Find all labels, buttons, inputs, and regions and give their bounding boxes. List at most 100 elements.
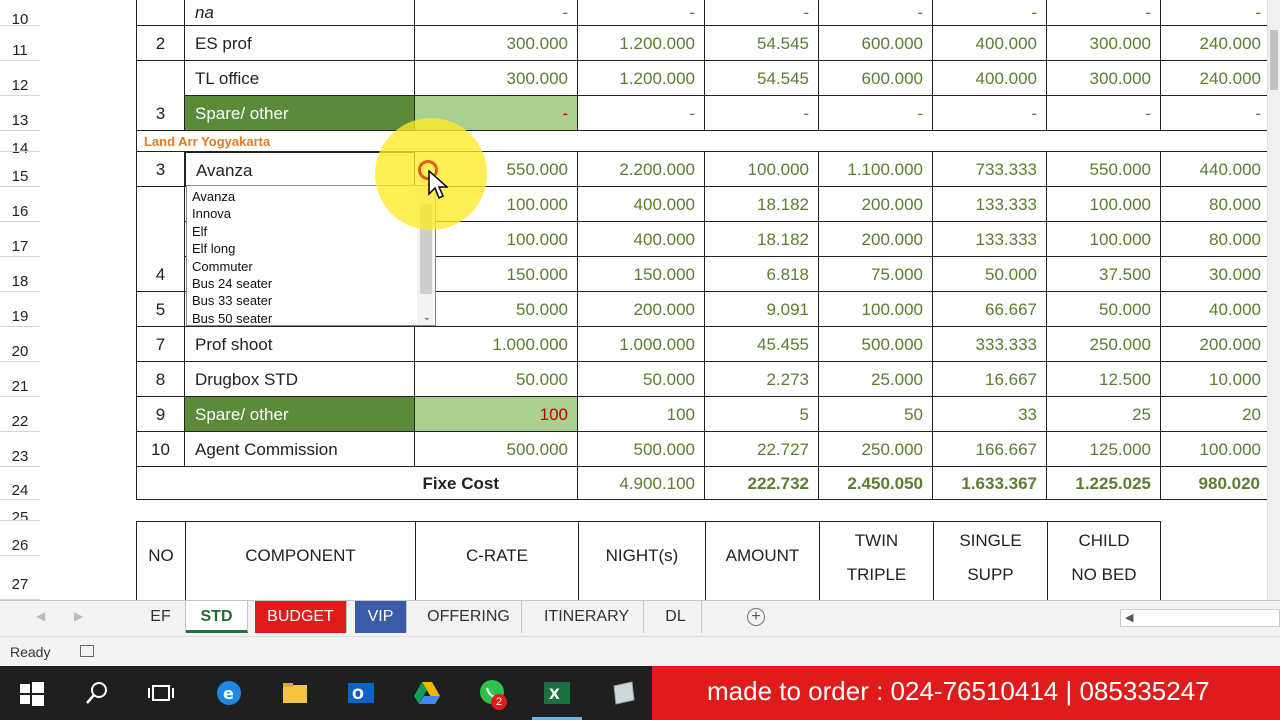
- value-cell[interactable]: 400.000: [933, 61, 1047, 96]
- macro-record-icon[interactable]: [80, 645, 94, 657]
- value-cell[interactable]: 2.200.000: [578, 152, 705, 187]
- value-cell[interactable]: 133.333: [933, 222, 1047, 257]
- header-single-line1[interactable]: SINGLE: [933, 521, 1047, 556]
- value-cell[interactable]: 50.000: [415, 362, 578, 397]
- horizontal-scrollbar[interactable]: ◀: [1120, 609, 1280, 627]
- row-number-cell[interactable]: 9: [136, 397, 185, 432]
- component-cell[interactable]: Agent Commission: [185, 432, 415, 467]
- tab-scroll-right-icon[interactable]: ▶: [74, 609, 83, 623]
- value-cell[interactable]: 12.500: [1047, 362, 1161, 397]
- row-number-cell[interactable]: 10: [136, 432, 185, 467]
- value-cell[interactable]: 100.000: [1047, 187, 1161, 222]
- value-cell[interactable]: 50.000: [933, 257, 1047, 292]
- component-cell[interactable]: ES prof: [185, 26, 415, 61]
- value-cell[interactable]: 440.000: [1161, 152, 1270, 187]
- header-child-line2[interactable]: NO BED: [1047, 556, 1161, 600]
- value-cell[interactable]: 37.500: [1047, 257, 1161, 292]
- value-cell[interactable]: 550.000: [1047, 152, 1161, 187]
- value-cell[interactable]: 50.000: [578, 362, 705, 397]
- dropdown-option[interactable]: Avanza: [192, 188, 235, 205]
- value-cell[interactable]: 50.000: [415, 292, 578, 327]
- header-crate[interactable]: C-RATE: [415, 521, 578, 600]
- chevron-down-icon[interactable]: ⌄: [423, 312, 431, 323]
- row-header[interactable]: 24: [0, 467, 40, 500]
- value-cell[interactable]: 100: [415, 397, 578, 432]
- value-cell[interactable]: -: [1047, 0, 1161, 26]
- fixed-cost-value[interactable]: 980.020: [1161, 467, 1270, 500]
- value-cell[interactable]: 16.667: [933, 362, 1047, 397]
- row-number-cell[interactable]: [136, 61, 185, 96]
- value-cell[interactable]: 250.000: [819, 432, 933, 467]
- value-cell[interactable]: 1.100.000: [819, 152, 933, 187]
- value-cell[interactable]: -: [705, 96, 819, 131]
- header-single-line2[interactable]: SUPP: [933, 556, 1047, 600]
- row-header[interactable]: 27: [0, 556, 40, 600]
- value-cell[interactable]: 400.000: [578, 187, 705, 222]
- dropdown-option[interactable]: Commuter: [192, 258, 253, 275]
- row-number-cell[interactable]: [136, 187, 185, 222]
- value-cell[interactable]: 200.000: [1161, 327, 1270, 362]
- header-twin-line2[interactable]: TRIPLE: [819, 556, 933, 600]
- value-cell[interactable]: 5: [705, 397, 819, 432]
- value-cell[interactable]: 600.000: [819, 26, 933, 61]
- scroll-left-icon[interactable]: ◀: [1125, 611, 1133, 624]
- value-cell[interactable]: -: [1161, 0, 1270, 26]
- sheet-tab-vip[interactable]: VIP: [355, 601, 407, 633]
- component-cell[interactable]: na: [185, 0, 415, 26]
- row-header[interactable]: 25: [0, 500, 40, 526]
- value-cell[interactable]: 30.000: [1161, 257, 1270, 292]
- value-cell[interactable]: 100.000: [1161, 432, 1270, 467]
- row-number-cell[interactable]: 5: [136, 292, 185, 327]
- dropdown-option[interactable]: Elf: [192, 223, 207, 240]
- row-header[interactable]: 20: [0, 327, 40, 362]
- value-cell[interactable]: 300.000: [415, 26, 578, 61]
- sheet-tab-ef[interactable]: EF: [136, 601, 186, 633]
- value-cell[interactable]: 50: [819, 397, 933, 432]
- header-twin-line1[interactable]: TWIN: [819, 521, 933, 556]
- value-cell[interactable]: 333.333: [933, 327, 1047, 362]
- row-header[interactable]: 23: [0, 432, 40, 467]
- row-number-cell[interactable]: [136, 222, 185, 257]
- value-cell[interactable]: 300.000: [1047, 26, 1161, 61]
- value-cell[interactable]: 125.000: [1047, 432, 1161, 467]
- value-cell[interactable]: -: [819, 96, 933, 131]
- fixed-cost-value[interactable]: 4.900.100: [578, 467, 705, 500]
- value-cell[interactable]: 200.000: [819, 222, 933, 257]
- value-cell[interactable]: 1.000.000: [415, 327, 578, 362]
- component-cell[interactable]: TL office: [185, 61, 415, 96]
- fixed-cost-value[interactable]: 1.633.367: [933, 467, 1047, 500]
- row-number-cell[interactable]: 3: [136, 96, 185, 131]
- value-cell[interactable]: 100.000: [819, 292, 933, 327]
- header-amount[interactable]: AMOUNT: [705, 521, 819, 600]
- value-cell[interactable]: 22.727: [705, 432, 819, 467]
- dropdown-option[interactable]: Bus 33 seater: [192, 292, 272, 309]
- fixed-cost-label[interactable]: Fixe Cost: [136, 467, 578, 500]
- value-cell[interactable]: 150.000: [415, 257, 578, 292]
- value-cell[interactable]: 240.000: [1161, 61, 1270, 96]
- value-cell[interactable]: -: [578, 96, 705, 131]
- dropdown-option[interactable]: Bus 24 seater: [192, 275, 272, 292]
- header-child-line1[interactable]: CHILD: [1047, 521, 1161, 556]
- header-no[interactable]: NO: [136, 521, 185, 600]
- value-cell[interactable]: 10.000: [1161, 362, 1270, 397]
- value-cell[interactable]: 2.273: [705, 362, 819, 397]
- sheet-tab-itinerary[interactable]: ITINERARY: [530, 601, 644, 633]
- value-cell[interactable]: 66.667: [933, 292, 1047, 327]
- value-cell[interactable]: 733.333: [933, 152, 1047, 187]
- row-header[interactable]: 14: [0, 131, 40, 157]
- value-cell[interactable]: 166.667: [933, 432, 1047, 467]
- row-header[interactable]: 10: [0, 0, 40, 28]
- header-component[interactable]: COMPONENT: [185, 521, 415, 600]
- value-cell[interactable]: 400.000: [933, 26, 1047, 61]
- row-header[interactable]: 26: [0, 521, 40, 556]
- component-cell[interactable]: Spare/ other: [185, 96, 415, 131]
- row-header[interactable]: 15: [0, 152, 40, 187]
- windows-start-icon[interactable]: [14, 676, 48, 710]
- value-cell[interactable]: 33: [933, 397, 1047, 432]
- value-cell[interactable]: 18.182: [705, 187, 819, 222]
- file-explorer-icon[interactable]: [278, 676, 312, 710]
- row-header[interactable]: 21: [0, 362, 40, 397]
- value-cell[interactable]: 54.545: [705, 26, 819, 61]
- value-cell[interactable]: 100.000: [705, 152, 819, 187]
- value-cell[interactable]: -: [1047, 96, 1161, 131]
